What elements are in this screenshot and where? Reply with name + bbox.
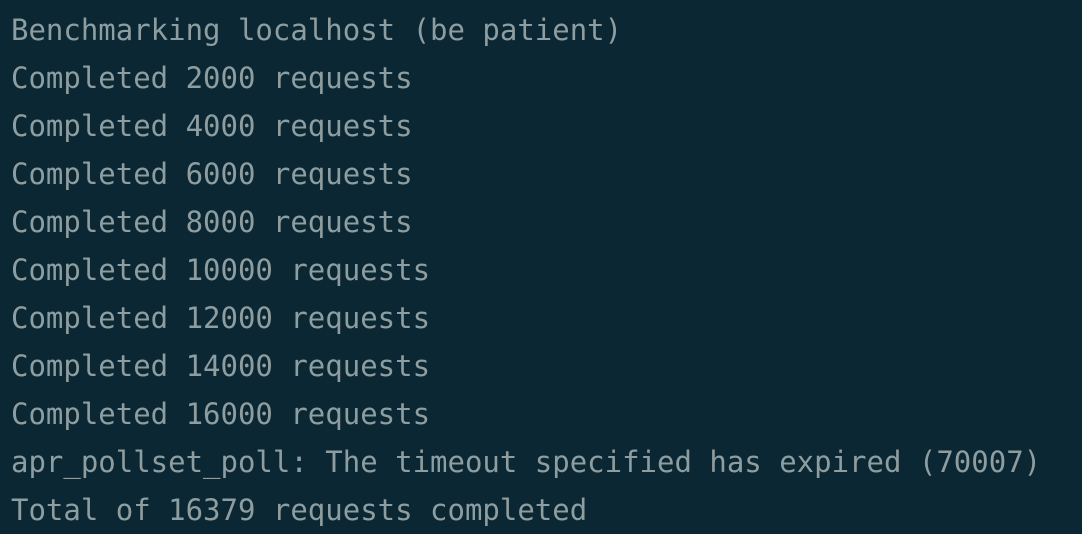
terminal-line-completed-8000: Completed 8000 requests bbox=[11, 205, 413, 239]
terminal-line-completed-16000: Completed 16000 requests bbox=[11, 397, 431, 431]
terminal-line-completed-14000: Completed 14000 requests bbox=[11, 349, 431, 383]
terminal-line-completed-2000: Completed 2000 requests bbox=[11, 61, 413, 95]
terminal-output: Benchmarking localhost (be patient) Comp… bbox=[0, 0, 1082, 532]
terminal-line-timeout-error: apr_pollset_poll: The timeout specified … bbox=[11, 445, 1042, 479]
terminal-line-completed-6000: Completed 6000 requests bbox=[11, 157, 413, 191]
terminal-line-completed-4000: Completed 4000 requests bbox=[11, 109, 413, 143]
terminal-line-completed-10000: Completed 10000 requests bbox=[11, 253, 431, 287]
terminal-line-completed-12000: Completed 12000 requests bbox=[11, 301, 431, 335]
terminal-line-benchmarking: Benchmarking localhost (be patient) bbox=[11, 13, 623, 47]
terminal-line-total-completed: Total of 16379 requests completed bbox=[11, 493, 588, 527]
